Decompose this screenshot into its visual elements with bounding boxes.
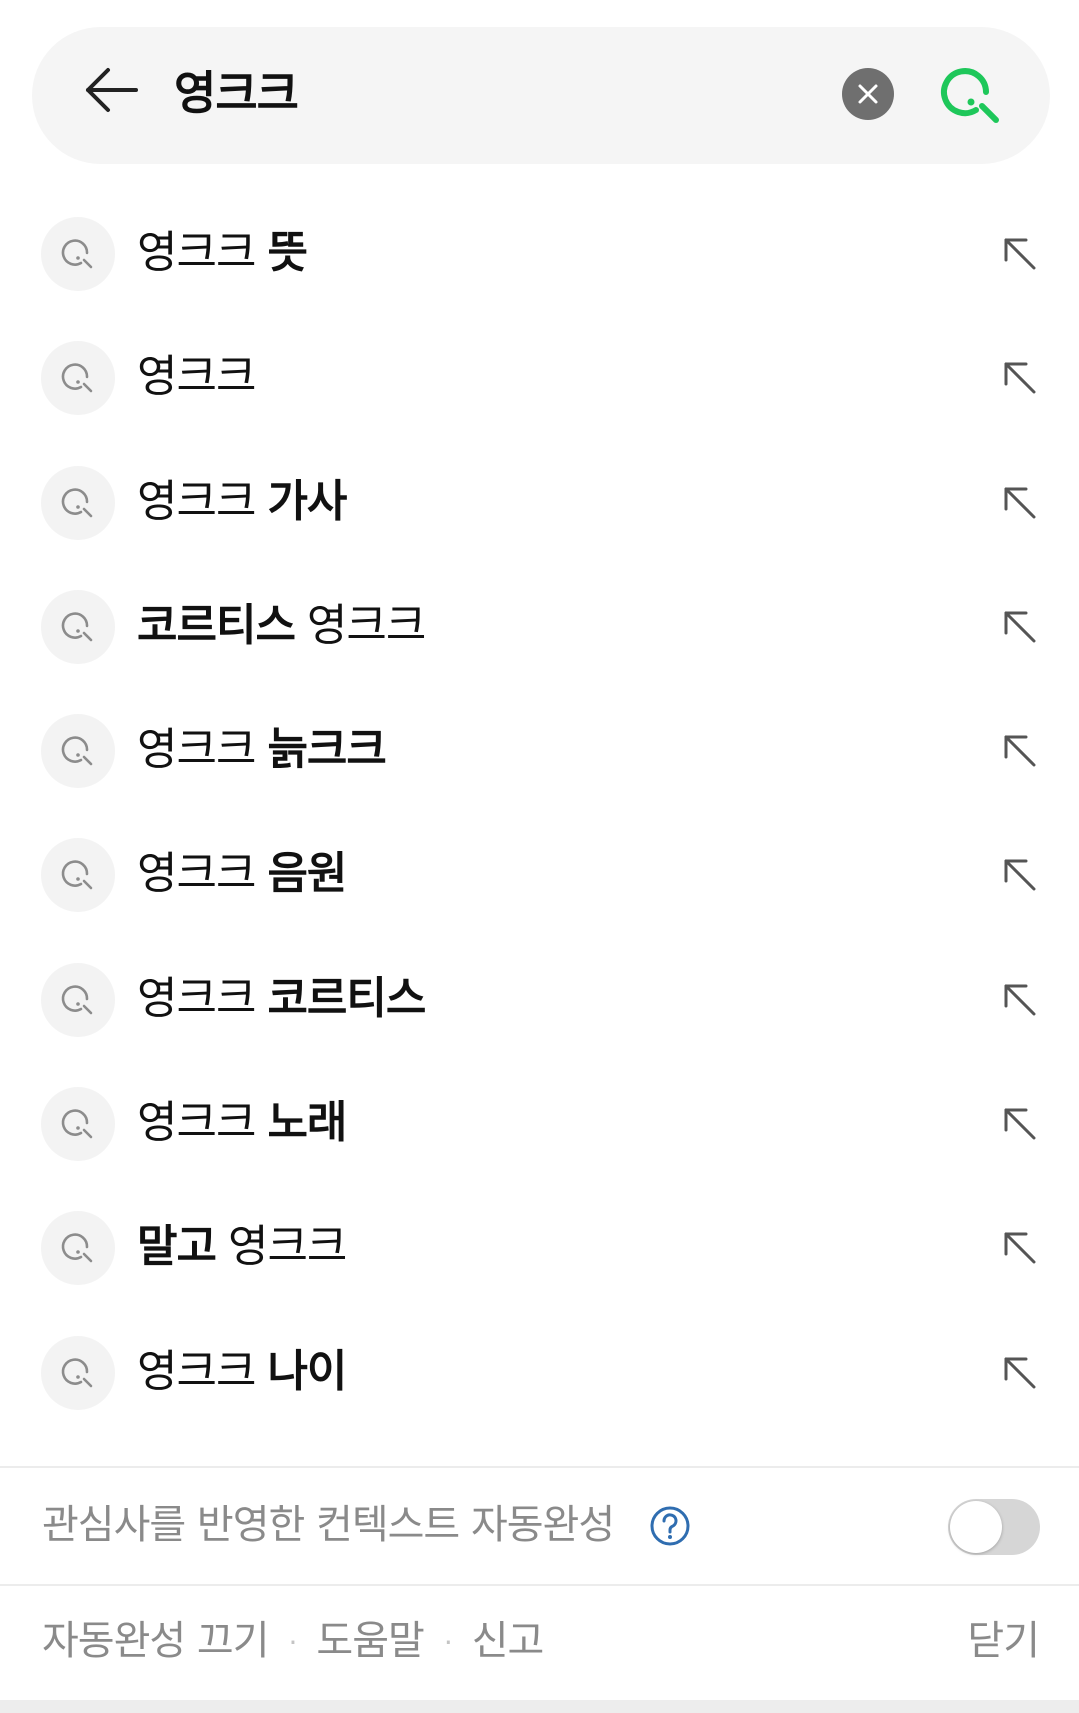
suggestion-text: 영크크 가사: [137, 463, 347, 541]
fill-query-arrow-icon[interactable]: [1000, 483, 1040, 523]
search-icon: [41, 714, 115, 789]
suggestion-query-part: 영크크: [137, 351, 256, 403]
footer-links: 자동완성 끄기 · 도움말 · 신고: [42, 1610, 545, 1674]
fill-query-arrow-icon[interactable]: [1000, 1353, 1040, 1393]
suggestion-item[interactable]: 영크크 노래: [0, 1060, 1079, 1184]
suggestion-highlight: 나이: [267, 1345, 347, 1397]
help-icon[interactable]: [649, 1505, 691, 1547]
fill-query-arrow-icon[interactable]: [1000, 731, 1040, 771]
suggestion-item[interactable]: 코르티스 영크크: [0, 563, 1079, 687]
footer: 자동완성 끄기 · 도움말 · 신고 닫기: [0, 1586, 1079, 1696]
suggestion-query-part: 영크크: [306, 599, 426, 651]
search-icon: [41, 465, 115, 540]
close-link[interactable]: 닫기: [967, 1610, 1040, 1672]
suggestion-text: 영크크 나이: [137, 1333, 347, 1411]
separator-dot: ·: [443, 1626, 453, 1659]
suggestion-text: 영크크 코르티스: [137, 960, 426, 1038]
suggestion-query-part: 영크크: [137, 972, 256, 1024]
close-icon: [858, 84, 878, 104]
suggestion-text: 코르티스 영크크: [137, 587, 426, 665]
suggestion-text: 영크크 늙크크: [137, 711, 387, 789]
context-autocomplete-row: 관심사를 반영한 컨텍스트 자동완성: [0, 1468, 1079, 1584]
suggestion-query-part: 영크크: [227, 1221, 347, 1273]
suggestion-item[interactable]: 영크크: [0, 314, 1079, 438]
suggestion-query-part: 영크크: [137, 1097, 256, 1149]
suggestion-text: 영크크 뜻: [137, 214, 308, 292]
search-icon: [41, 1211, 115, 1286]
suggestion-item[interactable]: 영크크 코르티스: [0, 936, 1079, 1060]
fill-query-arrow-icon[interactable]: [1000, 980, 1040, 1020]
search-icon: [41, 217, 115, 291]
disable-autocomplete-link[interactable]: 자동완성 끄기: [42, 1618, 270, 1664]
fill-query-arrow-icon[interactable]: [1000, 234, 1040, 274]
suggestion-highlight: 가사: [267, 475, 347, 527]
suggestion-item[interactable]: 영크크 가사: [0, 439, 1079, 563]
back-button[interactable]: [82, 60, 142, 120]
fill-query-arrow-icon[interactable]: [1000, 358, 1040, 398]
bottom-bar: [0, 1700, 1079, 1713]
fill-query-arrow-icon[interactable]: [1000, 607, 1040, 647]
suggestion-text: 영크크 음원: [137, 835, 347, 913]
fill-query-arrow-icon[interactable]: [1000, 855, 1040, 895]
search-icon: [41, 1335, 115, 1410]
suggestion-text: 영크크: [137, 338, 256, 416]
suggestion-highlight: 뜻: [267, 227, 307, 278]
help-link[interactable]: 도움말: [316, 1618, 424, 1664]
suggestion-query-part: 영크크: [137, 848, 256, 900]
suggestion-query-part: 영크크: [137, 227, 256, 278]
fill-query-arrow-icon[interactable]: [1000, 1228, 1040, 1268]
suggestion-text: 영크크 노래: [137, 1084, 347, 1162]
suggestion-highlight: 말고: [137, 1221, 217, 1273]
search-icon: [41, 341, 115, 416]
context-autocomplete-label: 관심사를 반영한 컨텍스트 자동완성: [42, 1502, 615, 1548]
suggestion-item[interactable]: 영크크 나이: [0, 1309, 1079, 1433]
suggestion-item[interactable]: 영크크 뜻: [0, 190, 1079, 314]
suggestion-item[interactable]: 영크크 늙크크: [0, 687, 1079, 811]
toggle-knob: [950, 1501, 1002, 1553]
search-icon: [41, 838, 115, 913]
clear-button[interactable]: [842, 68, 894, 120]
search-icon: [41, 589, 115, 664]
suggestion-highlight: 코르티스: [137, 599, 296, 651]
separator-dot: ·: [288, 1626, 298, 1659]
search-icon: [41, 1087, 115, 1162]
search-input[interactable]: 영크크: [174, 58, 299, 128]
suggestion-highlight: 늙크크: [267, 724, 386, 776]
back-arrow-icon: [86, 68, 138, 112]
suggestion-list: 영크크 뜻 영크크 영크크 가사 코르티스 영크크 영크크 늙크크 영크크 음원 영크크 코르티스 영크크…: [0, 190, 1079, 1433]
suggestion-query-part: 영크크: [137, 724, 256, 776]
suggestion-text: 말고 영크크: [137, 1208, 347, 1286]
suggestion-highlight: 코르티스: [267, 972, 426, 1024]
suggestion-highlight: 음원: [267, 848, 347, 900]
search-button[interactable]: [938, 62, 1004, 128]
suggestion-query-part: 영크크: [137, 475, 256, 527]
suggestion-item[interactable]: 말고 영크크: [0, 1184, 1079, 1308]
suggestion-highlight: 노래: [267, 1097, 347, 1149]
report-link[interactable]: 신고: [472, 1618, 545, 1664]
suggestion-query-part: 영크크: [137, 1345, 256, 1397]
search-icon: [41, 962, 115, 1037]
fill-query-arrow-icon[interactable]: [1000, 1104, 1040, 1144]
suggestion-item[interactable]: 영크크 음원: [0, 811, 1079, 935]
context-autocomplete-toggle[interactable]: [948, 1499, 1040, 1555]
search-icon: [941, 68, 999, 123]
